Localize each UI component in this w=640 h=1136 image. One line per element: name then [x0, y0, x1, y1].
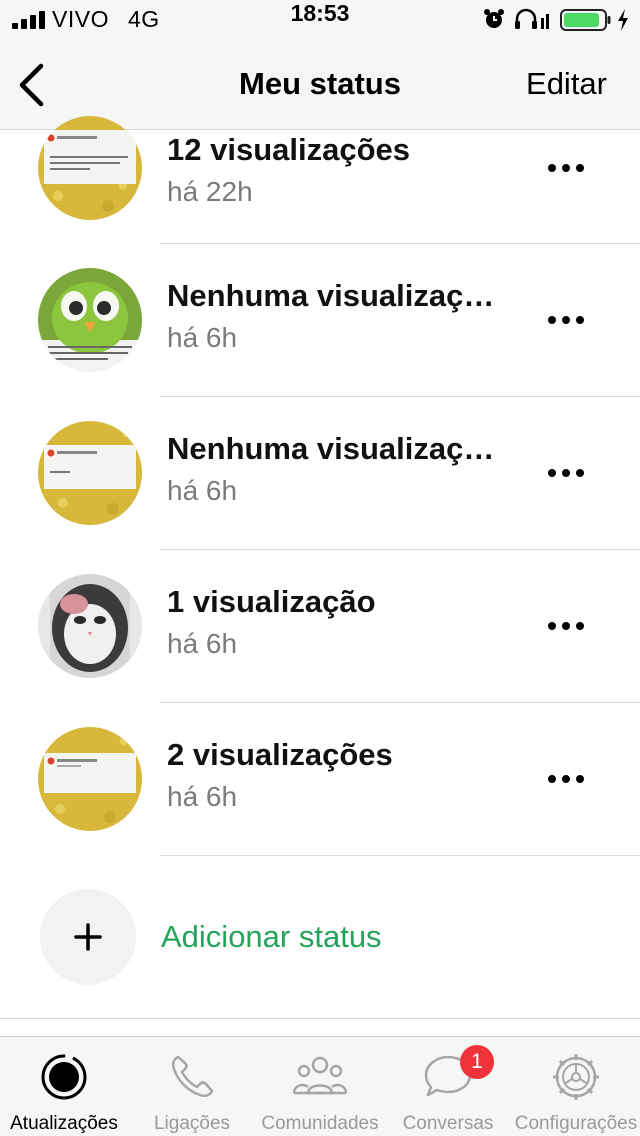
communities-icon — [292, 1056, 348, 1095]
add-status-label[interactable]: Adicionar status — [161, 919, 382, 955]
tab-label: Ligações — [153, 1113, 231, 1134]
tab-label: Configurações — [514, 1113, 638, 1134]
status-thumbnail[interactable] — [38, 268, 142, 372]
tab-updates[interactable]: Atualizações — [0, 1037, 128, 1136]
status-views: Nenhuma visualização — [167, 431, 497, 466]
status-row[interactable]: 2 visualizações há 6h — [0, 703, 640, 856]
unread-badge: 1 — [460, 1045, 494, 1079]
status-views: 2 visualizações — [167, 737, 393, 772]
carrier-label: VIVO — [52, 6, 109, 32]
tab-label: Conversas — [402, 1113, 494, 1134]
tab-bar: Atualizações Ligações Comunidades 1 Conv… — [0, 1036, 640, 1136]
status-thumbnail[interactable] — [38, 421, 142, 525]
more-options-button[interactable] — [540, 300, 592, 340]
headphones-icon — [515, 8, 549, 29]
status-views: 1 visualização — [167, 584, 376, 619]
plus-icon — [74, 923, 102, 951]
divider — [160, 855, 640, 856]
more-options-button[interactable] — [540, 453, 592, 493]
alarm-icon — [484, 9, 504, 28]
battery-icon — [560, 9, 611, 31]
status-time: há 6h — [167, 628, 238, 659]
status-thumbnail[interactable] — [38, 574, 142, 678]
tab-settings[interactable]: Configurações — [512, 1037, 640, 1136]
status-row[interactable]: 12 visualizações há 22h — [0, 116, 640, 244]
edit-button[interactable]: Editar — [526, 66, 607, 102]
status-thumbnail[interactable] — [38, 727, 142, 831]
status-views: 12 visualizações — [167, 132, 410, 167]
status-list: 12 visualizações há 22h Nenhuma visualiz… — [0, 116, 640, 856]
status-time: há 6h — [167, 781, 238, 812]
status-row[interactable]: Nenhuma visualização há 6h — [0, 244, 640, 397]
status-time: há 6h — [167, 322, 238, 353]
status-row[interactable]: 1 visualização há 6h — [0, 550, 640, 703]
status-time: há 22h — [167, 176, 253, 207]
charging-icon — [618, 9, 628, 31]
network-label: 4G — [128, 6, 160, 32]
status-views: Nenhuma visualização — [167, 278, 497, 313]
more-options-button[interactable] — [540, 606, 592, 646]
status-bar: VIVO 4G 18:53 — [0, 0, 640, 40]
add-status-row[interactable]: Adicionar status — [0, 857, 640, 1018]
more-options-button[interactable] — [540, 148, 592, 188]
phone-icon — [171, 1055, 214, 1098]
tab-chats[interactable]: 1 Conversas — [384, 1037, 512, 1136]
tab-label: Comunidades — [261, 1113, 379, 1134]
tab-communities[interactable]: Comunidades — [256, 1037, 384, 1136]
tab-calls[interactable]: Ligações — [128, 1037, 256, 1136]
more-options-button[interactable] — [540, 759, 592, 799]
status-row[interactable]: Nenhuma visualização há 6h — [0, 397, 640, 550]
status-time: há 6h — [167, 475, 238, 506]
status-thumbnail[interactable] — [38, 116, 142, 220]
add-status-button[interactable] — [40, 889, 136, 985]
settings-icon — [553, 1054, 599, 1100]
signal-icon — [12, 11, 45, 29]
divider — [0, 1018, 640, 1019]
updates-icon — [41, 1054, 87, 1100]
